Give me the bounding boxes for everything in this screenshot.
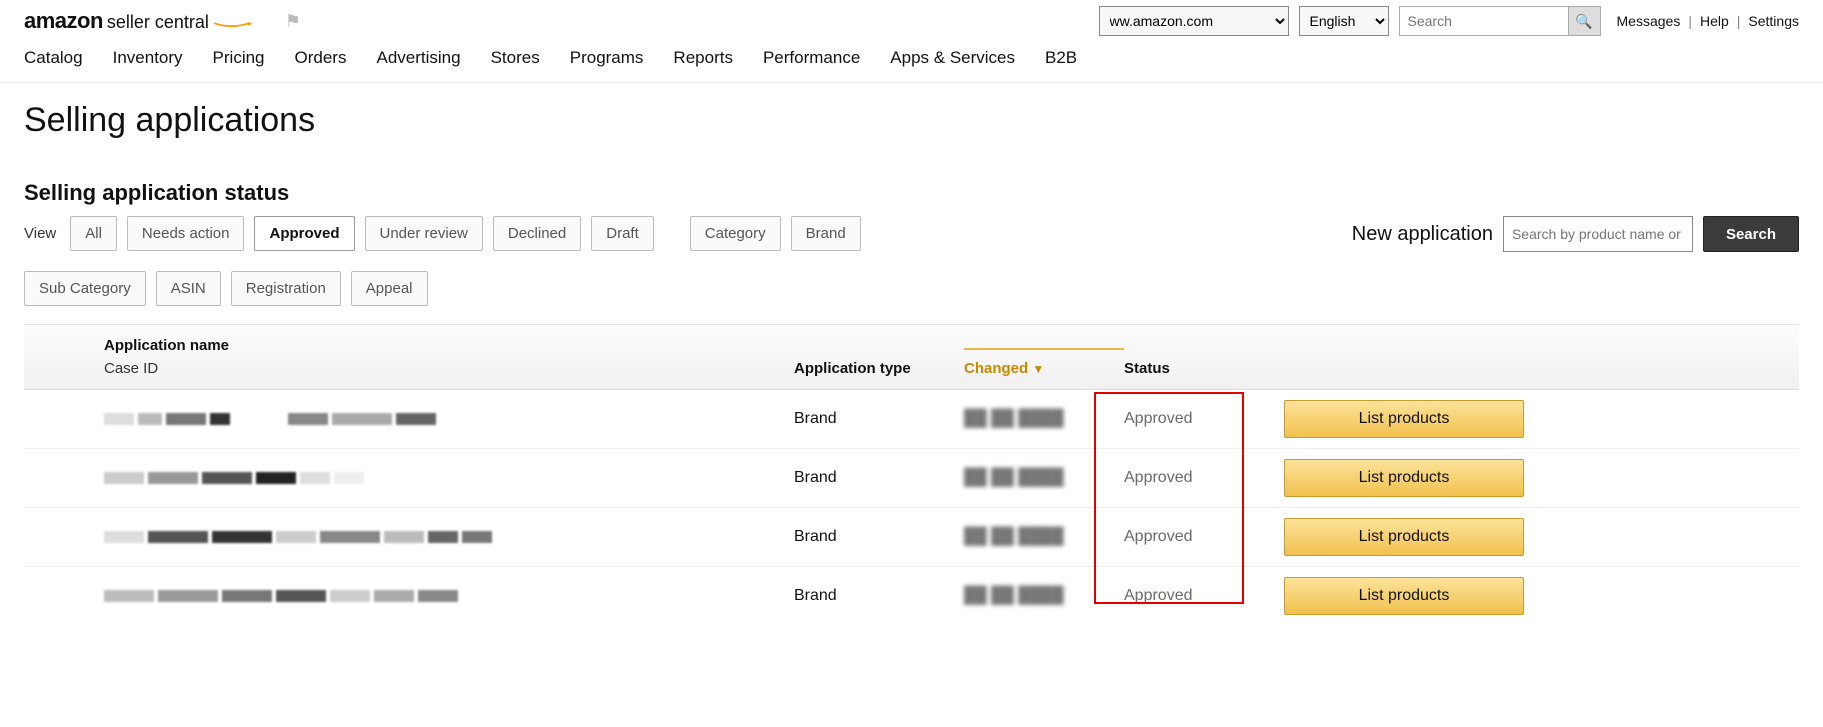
filter-bar: View All Needs action Approved Under rev… <box>24 216 924 306</box>
help-link[interactable]: Help <box>1700 13 1729 29</box>
th-case-id[interactable]: Case ID <box>104 360 794 377</box>
brand-sub: seller central <box>107 12 209 32</box>
cell-application-type: Brand <box>794 528 964 546</box>
global-search-input[interactable] <box>1399 6 1569 36</box>
filter-draft[interactable]: Draft <box>591 216 654 251</box>
cell-changed: ██ ██ ████ <box>964 410 1124 428</box>
th-changed[interactable]: Changed ▼ <box>964 348 1124 377</box>
new-application-search-button[interactable]: Search <box>1703 216 1799 252</box>
new-application-input[interactable] <box>1503 216 1693 252</box>
top-bar: amazon seller central ⚑ ww.amazon.com En… <box>0 0 1823 40</box>
filter-needs-action[interactable]: Needs action <box>127 216 245 251</box>
nav-programs[interactable]: Programs <box>570 48 644 68</box>
nav-reports[interactable]: Reports <box>673 48 733 68</box>
cell-application-type: Brand <box>794 469 964 487</box>
cell-application-name <box>104 590 794 602</box>
table-header: Application name Case ID Application typ… <box>24 324 1799 390</box>
new-application: New application Search <box>1352 216 1799 252</box>
th-application-name[interactable]: Application name <box>104 337 794 354</box>
cell-status: Approved <box>1124 587 1193 604</box>
nav-stores[interactable]: Stores <box>491 48 540 68</box>
nav-inventory[interactable]: Inventory <box>113 48 183 68</box>
filter-appeal[interactable]: Appeal <box>351 271 428 306</box>
view-label: View <box>24 225 56 242</box>
filter-under-review[interactable]: Under review <box>365 216 483 251</box>
top-links: Messages | Help | Settings <box>1617 13 1799 29</box>
filter-declined[interactable]: Declined <box>493 216 581 251</box>
filter-all[interactable]: All <box>70 216 117 251</box>
table-row: Brand ██ ██ ████ Approved List products <box>24 390 1799 449</box>
cell-application-name <box>104 472 794 484</box>
filter-sub-category[interactable]: Sub Category <box>24 271 146 306</box>
table-row: Brand ██ ██ ████ Approved List products <box>24 567 1799 625</box>
applications-table: Application name Case ID Application typ… <box>24 324 1799 625</box>
global-search-button[interactable]: 🔍 <box>1569 6 1601 36</box>
cell-changed: ██ ██ ████ <box>964 587 1124 605</box>
th-status[interactable]: Status <box>1124 360 1284 377</box>
cell-status: Approved <box>1124 469 1193 486</box>
cell-status: Approved <box>1124 528 1193 545</box>
nav-b2b[interactable]: B2B <box>1045 48 1077 68</box>
language-select[interactable]: English <box>1299 6 1389 36</box>
main-nav: Catalog Inventory Pricing Orders Adverti… <box>0 40 1823 83</box>
messages-link[interactable]: Messages <box>1617 13 1681 29</box>
brand-logo[interactable]: amazon seller central <box>24 8 261 34</box>
nav-catalog[interactable]: Catalog <box>24 48 83 68</box>
list-products-button[interactable]: List products <box>1284 400 1524 438</box>
brand-main: amazon <box>24 8 103 33</box>
cell-status: Approved <box>1124 410 1193 427</box>
list-products-button[interactable]: List products <box>1284 459 1524 497</box>
flag-icon[interactable]: ⚑ <box>285 11 301 32</box>
search-icon: 🔍 <box>1575 13 1592 30</box>
nav-performance[interactable]: Performance <box>763 48 860 68</box>
new-application-label: New application <box>1352 223 1493 246</box>
sort-desc-icon: ▼ <box>1032 362 1044 376</box>
cell-application-type: Brand <box>794 587 964 605</box>
marketplace-select[interactable]: ww.amazon.com <box>1099 6 1289 36</box>
filter-category[interactable]: Category <box>690 216 781 251</box>
cell-changed: ██ ██ ████ <box>964 469 1124 487</box>
table-row: Brand ██ ██ ████ Approved List products <box>24 508 1799 567</box>
cell-application-type: Brand <box>794 410 964 428</box>
nav-advertising[interactable]: Advertising <box>376 48 460 68</box>
amazon-smile-icon <box>213 22 261 28</box>
cell-changed: ██ ██ ████ <box>964 528 1124 546</box>
table-row: Brand ██ ██ ████ Approved List products <box>24 449 1799 508</box>
th-application-type[interactable]: Application type <box>794 360 964 377</box>
nav-pricing[interactable]: Pricing <box>213 48 265 68</box>
filter-brand[interactable]: Brand <box>791 216 861 251</box>
settings-link[interactable]: Settings <box>1748 13 1799 29</box>
cell-application-name <box>104 413 794 425</box>
page-title: Selling applications <box>24 101 1799 140</box>
nav-apps-services[interactable]: Apps & Services <box>890 48 1015 68</box>
list-products-button[interactable]: List products <box>1284 518 1524 556</box>
cell-application-name <box>104 531 794 543</box>
filter-asin[interactable]: ASIN <box>156 271 221 306</box>
nav-orders[interactable]: Orders <box>295 48 347 68</box>
filter-approved[interactable]: Approved <box>254 216 354 251</box>
section-title: Selling application status <box>24 180 1799 206</box>
list-products-button[interactable]: List products <box>1284 577 1524 615</box>
filter-registration[interactable]: Registration <box>231 271 341 306</box>
global-search: 🔍 <box>1399 6 1601 36</box>
